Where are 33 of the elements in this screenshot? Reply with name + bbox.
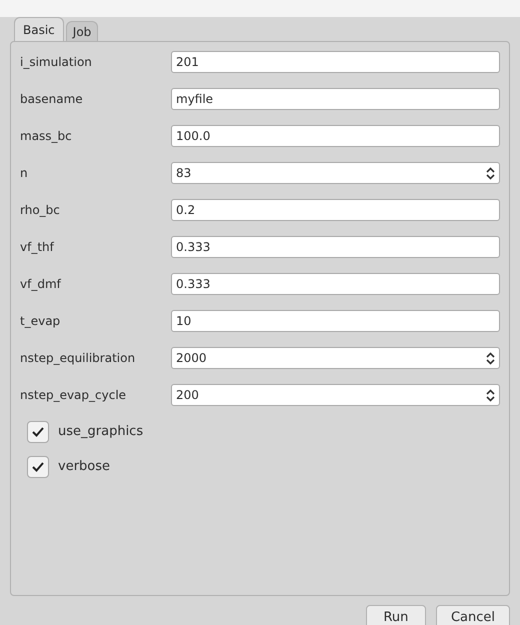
checkbox-label: use_graphics [58, 423, 144, 442]
field-label: nstep_equilibration [20, 350, 136, 367]
spin-arrows-icon[interactable] [486, 388, 495, 402]
input-field[interactable]: 0.333 [171, 236, 500, 258]
checkbox-label: verbose [58, 458, 110, 476]
field-label: vf_dmf [20, 276, 62, 293]
dialog-button[interactable]: Cancel [436, 605, 510, 625]
spin-arrows-icon[interactable] [486, 166, 495, 180]
spin-arrows-icon[interactable] [486, 352, 495, 364]
field-label: n [20, 165, 29, 182]
field-label: rho_bc [20, 202, 61, 219]
field-label: mass_bc [20, 128, 73, 145]
dialog-button[interactable]: Run [366, 605, 426, 625]
input-field[interactable]: 10 [171, 310, 500, 332]
input-field[interactable]: 201 [171, 51, 500, 73]
checkmark-icon [32, 427, 44, 437]
tab[interactable]: Job [66, 21, 98, 41]
checkbox[interactable] [27, 421, 49, 443]
field-label: i_simulation [20, 54, 93, 71]
input-field[interactable]: myfile [171, 88, 500, 110]
checkbox[interactable] [27, 456, 49, 478]
field-label: vf_thf [20, 239, 56, 256]
field-label: t_evap [20, 313, 62, 330]
tab[interactable]: Basic [14, 17, 64, 41]
input-field[interactable]: 0.333 [171, 273, 500, 295]
spin-box[interactable]: 200 [171, 384, 500, 406]
spin-box[interactable]: 83 [171, 162, 500, 184]
input-field[interactable]: 100.0 [171, 125, 500, 147]
spin-box[interactable]: 2000 [171, 347, 500, 369]
field-label: basename [20, 91, 84, 108]
field-label: nstep_evap_cycle [20, 387, 128, 404]
input-field[interactable]: 0.2 [171, 199, 500, 221]
checkmark-icon [32, 462, 44, 472]
